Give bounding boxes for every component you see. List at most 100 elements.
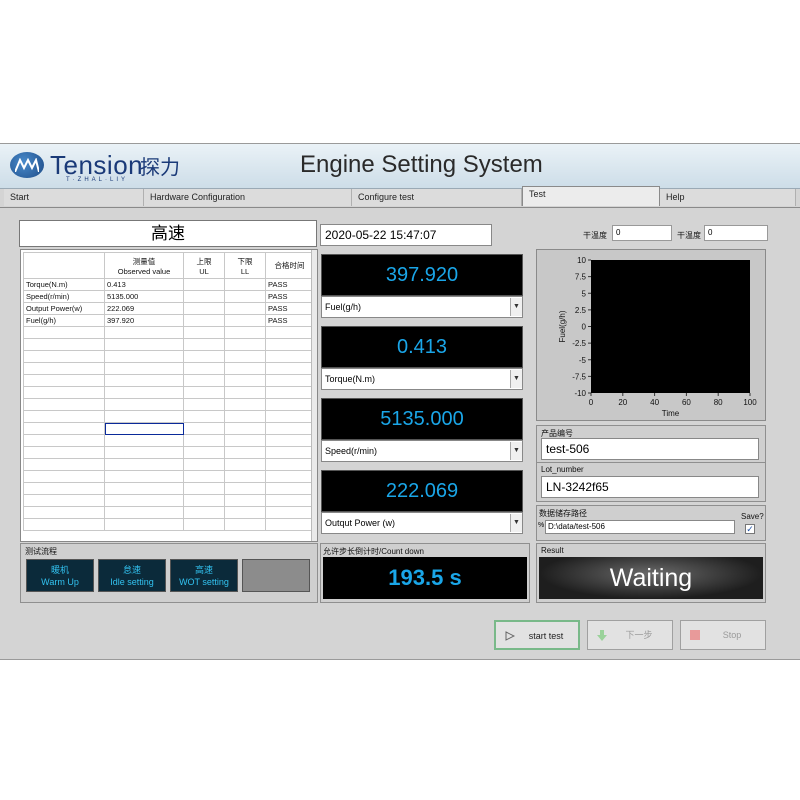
table-cell[interactable]	[265, 434, 314, 447]
table-row[interactable]	[23, 506, 314, 519]
table-cell[interactable]	[183, 362, 225, 375]
table-row[interactable]: Output Power(w) 222.069 PASS	[23, 302, 314, 315]
table-cell[interactable]	[183, 398, 225, 411]
table-cell[interactable]	[224, 326, 266, 339]
table-cell[interactable]	[183, 314, 225, 327]
table-cell[interactable]: Torque(N.m)	[23, 278, 105, 291]
table-cell[interactable]	[23, 338, 105, 351]
table-row[interactable]: Speed(r/min) 5135.000 PASS	[23, 290, 314, 303]
table-row[interactable]	[23, 482, 314, 495]
table-cell[interactable]	[183, 446, 225, 459]
table-cell[interactable]: 5135.000	[104, 290, 184, 303]
table-cell[interactable]	[265, 518, 314, 531]
table-cell[interactable]	[183, 386, 225, 399]
tab-configure-test[interactable]: Configure test	[352, 189, 522, 206]
table-row[interactable]	[23, 518, 314, 531]
table-cell[interactable]	[224, 314, 266, 327]
channel-select-1[interactable]: Fuel(g/h) ▼	[321, 296, 523, 318]
storage-path-input[interactable]: D:\data/test-506	[545, 520, 735, 534]
table-cell[interactable]	[104, 362, 184, 375]
table-cell[interactable]	[265, 374, 314, 387]
table-cell[interactable]	[23, 350, 105, 363]
table-cell[interactable]	[104, 434, 184, 447]
table-cell[interactable]	[183, 434, 225, 447]
table-cell[interactable]	[23, 494, 105, 507]
table-cell[interactable]	[265, 362, 314, 375]
start-test-button[interactable]: start test	[494, 620, 580, 650]
table-cell[interactable]	[104, 374, 184, 387]
table-cell[interactable]	[265, 422, 314, 435]
table-cell[interactable]	[183, 278, 225, 291]
table-cell[interactable]: PASS	[265, 278, 314, 291]
table-row[interactable]: Torque(N.m) 0.413 PASS	[23, 278, 314, 291]
table-cell[interactable]	[104, 422, 184, 435]
channel-select-2[interactable]: Torque(N.m) ▼	[321, 368, 523, 390]
table-cell[interactable]	[224, 338, 266, 351]
table-cell[interactable]	[224, 290, 266, 303]
table-cell[interactable]	[224, 434, 266, 447]
table-cell[interactable]	[224, 470, 266, 483]
table-scrollbar[interactable]	[311, 250, 317, 541]
table-cell[interactable]	[183, 374, 225, 387]
table-cell[interactable]	[265, 470, 314, 483]
temp-input-1[interactable]: 0	[612, 225, 672, 241]
table-cell[interactable]	[183, 470, 225, 483]
table-cell[interactable]	[23, 470, 105, 483]
tab-test[interactable]: Test	[522, 186, 660, 206]
next-step-button[interactable]: 下一步	[587, 620, 673, 650]
table-cell[interactable]: Speed(r/min)	[23, 290, 105, 303]
table-cell[interactable]	[183, 422, 225, 435]
table-cell[interactable]	[23, 410, 105, 423]
table-cell[interactable]	[183, 410, 225, 423]
table-cell[interactable]: Output Power(w)	[23, 302, 105, 315]
channel-select-4[interactable]: Outqut Power (w) ▼	[321, 512, 523, 534]
table-row[interactable]	[23, 494, 314, 507]
table-cell[interactable]	[23, 422, 105, 435]
table-cell[interactable]	[224, 482, 266, 495]
table-cell[interactable]	[224, 386, 266, 399]
table-cell[interactable]	[23, 506, 105, 519]
table-cell[interactable]	[265, 350, 314, 363]
table-cell[interactable]	[104, 446, 184, 459]
chevron-down-icon[interactable]: ▼	[510, 514, 522, 532]
table-row[interactable]	[23, 350, 314, 363]
chevron-down-icon[interactable]: ▼	[510, 370, 522, 388]
temp-input-2[interactable]: 0	[704, 225, 768, 241]
table-cell[interactable]	[183, 518, 225, 531]
table-cell[interactable]	[23, 362, 105, 375]
table-cell[interactable]	[104, 350, 184, 363]
table-cell[interactable]: 222.069	[104, 302, 184, 315]
table-cell[interactable]	[224, 410, 266, 423]
table-cell[interactable]	[265, 458, 314, 471]
table-cell[interactable]	[265, 338, 314, 351]
table-cell[interactable]: PASS	[265, 290, 314, 303]
lot-input[interactable]: LN-3242f65	[541, 476, 759, 498]
table-cell[interactable]	[265, 494, 314, 507]
table-cell[interactable]: 397.920	[104, 314, 184, 327]
step-idle-setting[interactable]: 怠速 Idle setting	[98, 559, 166, 592]
table-cell[interactable]	[265, 506, 314, 519]
stop-button[interactable]: Stop	[680, 620, 766, 650]
table-cell[interactable]	[23, 386, 105, 399]
table-cell[interactable]	[23, 434, 105, 447]
table-cell[interactable]	[265, 446, 314, 459]
table-cell[interactable]	[183, 290, 225, 303]
table-cell[interactable]	[23, 374, 105, 387]
table-row[interactable]	[23, 374, 314, 387]
table-cell[interactable]: Fuel(g/h)	[23, 314, 105, 327]
table-row[interactable]	[23, 458, 314, 471]
table-cell[interactable]	[224, 398, 266, 411]
table-row[interactable]	[23, 326, 314, 339]
table-cell[interactable]	[224, 506, 266, 519]
table-cell[interactable]	[224, 278, 266, 291]
tab-start[interactable]: Start	[4, 189, 144, 206]
table-cell[interactable]	[224, 422, 266, 435]
table-cell[interactable]: PASS	[265, 314, 314, 327]
table-cell[interactable]	[23, 482, 105, 495]
table-row[interactable]	[23, 446, 314, 459]
table-cell[interactable]	[224, 518, 266, 531]
table-cell[interactable]	[104, 410, 184, 423]
table-cell[interactable]	[224, 446, 266, 459]
table-cell[interactable]	[265, 326, 314, 339]
table-row[interactable]	[23, 470, 314, 483]
